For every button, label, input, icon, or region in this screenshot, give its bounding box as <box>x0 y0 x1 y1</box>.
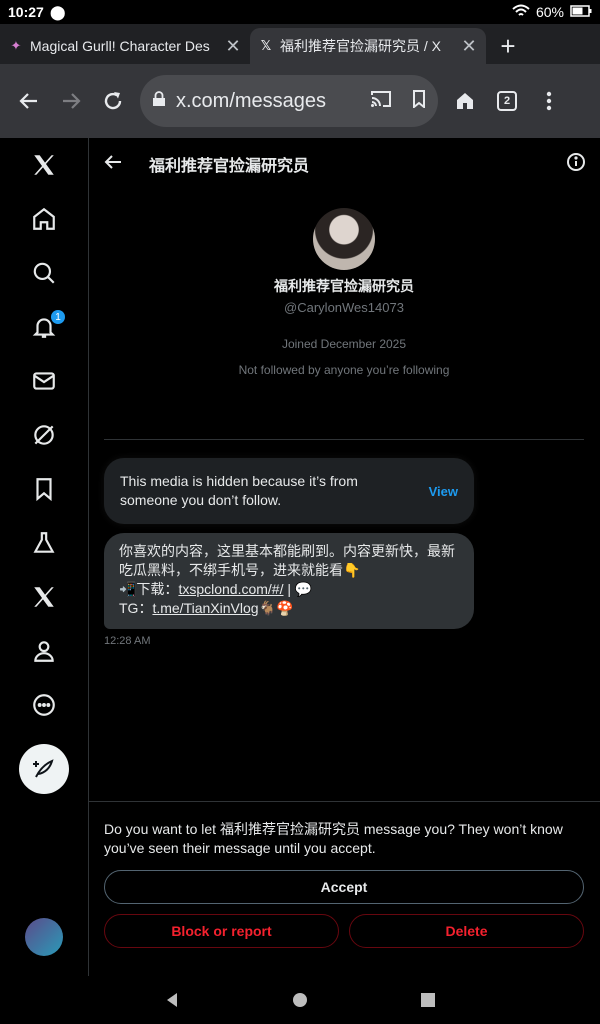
tab-title: Magical Gurll! Character Des <box>30 38 210 54</box>
message-link[interactable]: t.me/TianXinVlog <box>152 600 258 616</box>
system-back-icon[interactable] <box>108 992 236 1008</box>
profile-avatar[interactable] <box>313 208 375 270</box>
system-home-icon[interactable] <box>236 992 364 1008</box>
wifi-icon <box>512 4 530 21</box>
more-vert-icon[interactable] <box>528 80 570 122</box>
tab-count: 2 <box>497 91 517 111</box>
side-navigation: 1 <box>0 138 89 976</box>
tab-magical-gurll[interactable]: ✦ Magical Gurll! Character Des ✕ <box>0 28 250 64</box>
message-line: 📲下载：txspclond.com/#/ | 💬 <box>119 580 459 599</box>
message-line: TG：t.me/TianXinVlog🐐🍄 <box>119 599 459 618</box>
conversation-pane: 福利推荐官捡漏研究员 福利推荐官捡漏研究员 @CarylonWes14073 J… <box>89 138 600 976</box>
system-recents-icon[interactable] <box>364 992 492 1008</box>
message-line: 你喜欢的内容，这里基本都能刷到。内容更新快，最新吃瓜黑料，不绑手机号，进来就能看… <box>119 543 455 578</box>
block-or-report-button[interactable]: Block or report <box>104 914 339 948</box>
delete-button[interactable]: Delete <box>349 914 584 948</box>
more-circle-icon[interactable] <box>19 680 69 730</box>
x-favicon-icon: 𝕏 <box>260 38 272 53</box>
browser-toolbar: x.com/messages 2 <box>0 64 600 138</box>
conversation-header: 福利推荐官捡漏研究员 <box>89 138 600 190</box>
close-tab-icon[interactable]: ✕ <box>224 36 242 57</box>
messages-envelope-icon[interactable] <box>19 356 69 406</box>
cast-icon[interactable] <box>370 90 392 113</box>
battery-percent: 60% <box>535 4 564 20</box>
profile-name[interactable]: 福利推荐官捡漏研究员 <box>274 276 414 296</box>
notifications-bell-icon[interactable]: 1 <box>19 302 69 352</box>
feather-plus-icon <box>33 759 54 778</box>
message-bubble: 你喜欢的内容，这里基本都能刷到。内容更新快，最新吃瓜黑料，不绑手机号，进来就能看… <box>104 533 474 629</box>
home-nav-icon[interactable] <box>19 194 69 244</box>
message-timestamp: 12:28 AM <box>104 635 151 647</box>
address-bar[interactable]: x.com/messages <box>140 75 438 127</box>
hidden-media-message: This media is hidden because it’s from s… <box>104 458 474 524</box>
profile-joined-date: Joined December 2025 <box>281 337 407 351</box>
profile-summary[interactable]: 福利推荐官捡漏研究员 @CarylonWes14073 Joined Decem… <box>104 190 584 440</box>
close-tab-icon[interactable]: ✕ <box>460 36 478 57</box>
bookmark-icon[interactable] <box>412 89 426 113</box>
notification-icon: ⬤ <box>49 3 66 20</box>
x-logo-icon[interactable] <box>19 140 69 190</box>
hidden-media-text: This media is hidden because it’s from s… <box>120 473 358 508</box>
conversation-title: 福利推荐官捡漏研究员 <box>149 158 310 175</box>
back-arrow-icon[interactable] <box>103 152 123 177</box>
message-link[interactable]: txspclond.com/#/ <box>178 581 283 597</box>
message-text: 🐐🍄 <box>258 600 294 616</box>
premium-x-icon[interactable] <box>19 572 69 622</box>
compose-post-button[interactable] <box>19 744 69 794</box>
grok-icon[interactable] <box>19 410 69 460</box>
system-navigation-bar <box>0 976 600 1024</box>
tab-switcher-button[interactable]: 2 <box>486 80 528 122</box>
notification-badge: 1 <box>51 310 65 324</box>
message-text: TG： <box>119 600 153 616</box>
labs-flask-icon[interactable] <box>19 518 69 568</box>
account-avatar[interactable] <box>25 918 63 956</box>
request-question: Do you want to let 福利推荐官捡漏研究员 message yo… <box>104 821 563 856</box>
status-bar: 10:27 ⬤ 60% <box>0 0 600 24</box>
reload-icon[interactable] <box>92 80 134 122</box>
profile-handle: @CarylonWes14073 <box>284 300 404 315</box>
status-time: 10:27 <box>8 4 44 20</box>
bookmarks-icon[interactable] <box>19 464 69 514</box>
sparkle-favicon-icon: ✦ <box>10 38 22 53</box>
search-icon[interactable] <box>19 248 69 298</box>
accept-button[interactable]: Accept <box>104 870 584 904</box>
url-text[interactable]: x.com/messages <box>176 90 360 113</box>
back-arrow-icon[interactable] <box>8 80 50 122</box>
view-media-button[interactable]: View <box>429 484 458 499</box>
site-info-icon[interactable] <box>152 90 166 112</box>
forward-arrow-icon[interactable] <box>50 80 92 122</box>
tab-strip: ✦ Magical Gurll! Character Des ✕ 𝕏 福利推荐官… <box>0 24 600 64</box>
profile-followed-by-note: Not followed by anyone you’re following <box>238 363 450 377</box>
message-text: 📲下载： <box>119 581 179 597</box>
tab-title: 福利推荐官捡漏研究员 / X <box>280 38 442 54</box>
info-icon[interactable] <box>566 152 586 177</box>
battery-icon <box>570 4 592 20</box>
home-icon[interactable] <box>444 80 486 122</box>
tab-x-messages[interactable]: 𝕏 福利推荐官捡漏研究员 / X ✕ <box>250 28 486 64</box>
new-tab-button[interactable]: + <box>486 28 530 64</box>
message-text: | 💬 <box>283 581 313 597</box>
profile-person-icon[interactable] <box>19 626 69 676</box>
message-request-panel: Do you want to let 福利推荐官捡漏研究员 message yo… <box>89 801 600 976</box>
